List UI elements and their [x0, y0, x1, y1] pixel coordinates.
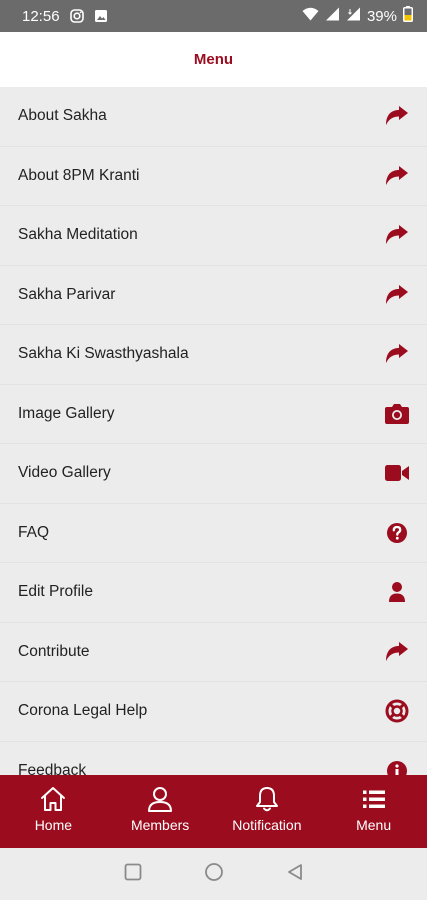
menu-item-label: Feedback: [18, 761, 87, 775]
menu-item-label: Sakha Ki Swasthyashala: [18, 345, 189, 363]
menu-item-label: Corona Legal Help: [18, 702, 148, 720]
menu-item-label: FAQ: [18, 523, 50, 541]
menu-item-video-gallery[interactable]: Video Gallery: [0, 444, 427, 504]
page-title: Menu: [193, 51, 234, 68]
battery-icon: [403, 6, 413, 26]
menu-item-sakha-ki-swasthyashala[interactable]: Sakha Ki Swasthyashala: [0, 325, 427, 385]
menu-item-image-gallery[interactable]: Image Gallery: [0, 384, 427, 444]
bell-icon: [253, 785, 281, 813]
menu-item-label: Image Gallery: [18, 404, 115, 422]
share-arrow-icon: [384, 341, 410, 367]
video-camera-icon: [384, 460, 410, 486]
instagram-icon: [69, 9, 84, 23]
recents-button[interactable]: [124, 863, 142, 886]
home-icon: [39, 785, 67, 813]
menu-item-sakha-meditation[interactable]: Sakha Meditation: [0, 206, 427, 266]
nav-label: Notification: [232, 817, 302, 833]
person-icon: [146, 785, 174, 813]
gallery-icon: [94, 9, 108, 23]
share-arrow-icon: [384, 282, 410, 308]
menu-list[interactable]: About Sakha About 8PM Kranti Sakha Medit…: [0, 87, 427, 775]
nav-label: Members: [130, 817, 190, 833]
list-icon: [360, 785, 388, 813]
menu-item-label: About 8PM Kranti: [18, 166, 140, 184]
nav-tab-menu[interactable]: Menu: [320, 775, 427, 848]
back-button[interactable]: [286, 863, 304, 886]
menu-item-about-8pm-kranti[interactable]: About 8PM Kranti: [0, 146, 427, 206]
menu-item-label: Edit Profile: [18, 583, 93, 601]
signal-icon: [325, 7, 340, 25]
status-time: 12:56: [22, 7, 60, 25]
nav-label: Menu: [356, 817, 392, 833]
status-bar: 12:56 39%: [0, 0, 427, 32]
share-arrow-icon: [384, 103, 410, 129]
menu-item-sakha-parivar[interactable]: Sakha Parivar: [0, 265, 427, 325]
menu-item-faq[interactable]: FAQ: [0, 503, 427, 563]
nav-tab-members[interactable]: Members: [107, 775, 214, 848]
bottom-nav: Home Members Notification Menu: [0, 775, 427, 848]
home-button[interactable]: [204, 862, 224, 887]
menu-item-corona-legal-help[interactable]: Corona Legal Help: [0, 682, 427, 742]
question-circle-icon: [384, 520, 410, 546]
signal-icon-2: [346, 7, 361, 25]
info-circle-icon: [384, 758, 410, 775]
share-arrow-icon: [384, 222, 410, 248]
user-icon: [384, 579, 410, 605]
menu-item-label: Contribute: [18, 642, 90, 660]
nav-label: Home: [34, 817, 73, 833]
menu-item-label: About Sakha: [18, 107, 107, 125]
menu-item-feedback[interactable]: Feedback: [0, 741, 427, 775]
nav-tab-home[interactable]: Home: [0, 775, 107, 848]
menu-item-contribute[interactable]: Contribute: [0, 622, 427, 682]
wifi-icon: [302, 7, 319, 25]
app-header: Menu: [0, 32, 427, 87]
battery-percent: 39%: [366, 7, 397, 25]
menu-item-about-sakha[interactable]: About Sakha: [0, 87, 427, 147]
share-arrow-icon: [384, 163, 410, 189]
menu-item-label: Sakha Meditation: [18, 226, 138, 244]
nav-tab-notification[interactable]: Notification: [214, 775, 321, 848]
system-nav-bar: [0, 848, 427, 900]
camera-icon: [384, 401, 410, 427]
menu-item-label: Sakha Parivar: [18, 285, 116, 303]
menu-item-label: Video Gallery: [18, 464, 111, 482]
lifebuoy-icon: [384, 698, 410, 724]
share-arrow-icon: [384, 639, 410, 665]
menu-item-edit-profile[interactable]: Edit Profile: [0, 563, 427, 623]
